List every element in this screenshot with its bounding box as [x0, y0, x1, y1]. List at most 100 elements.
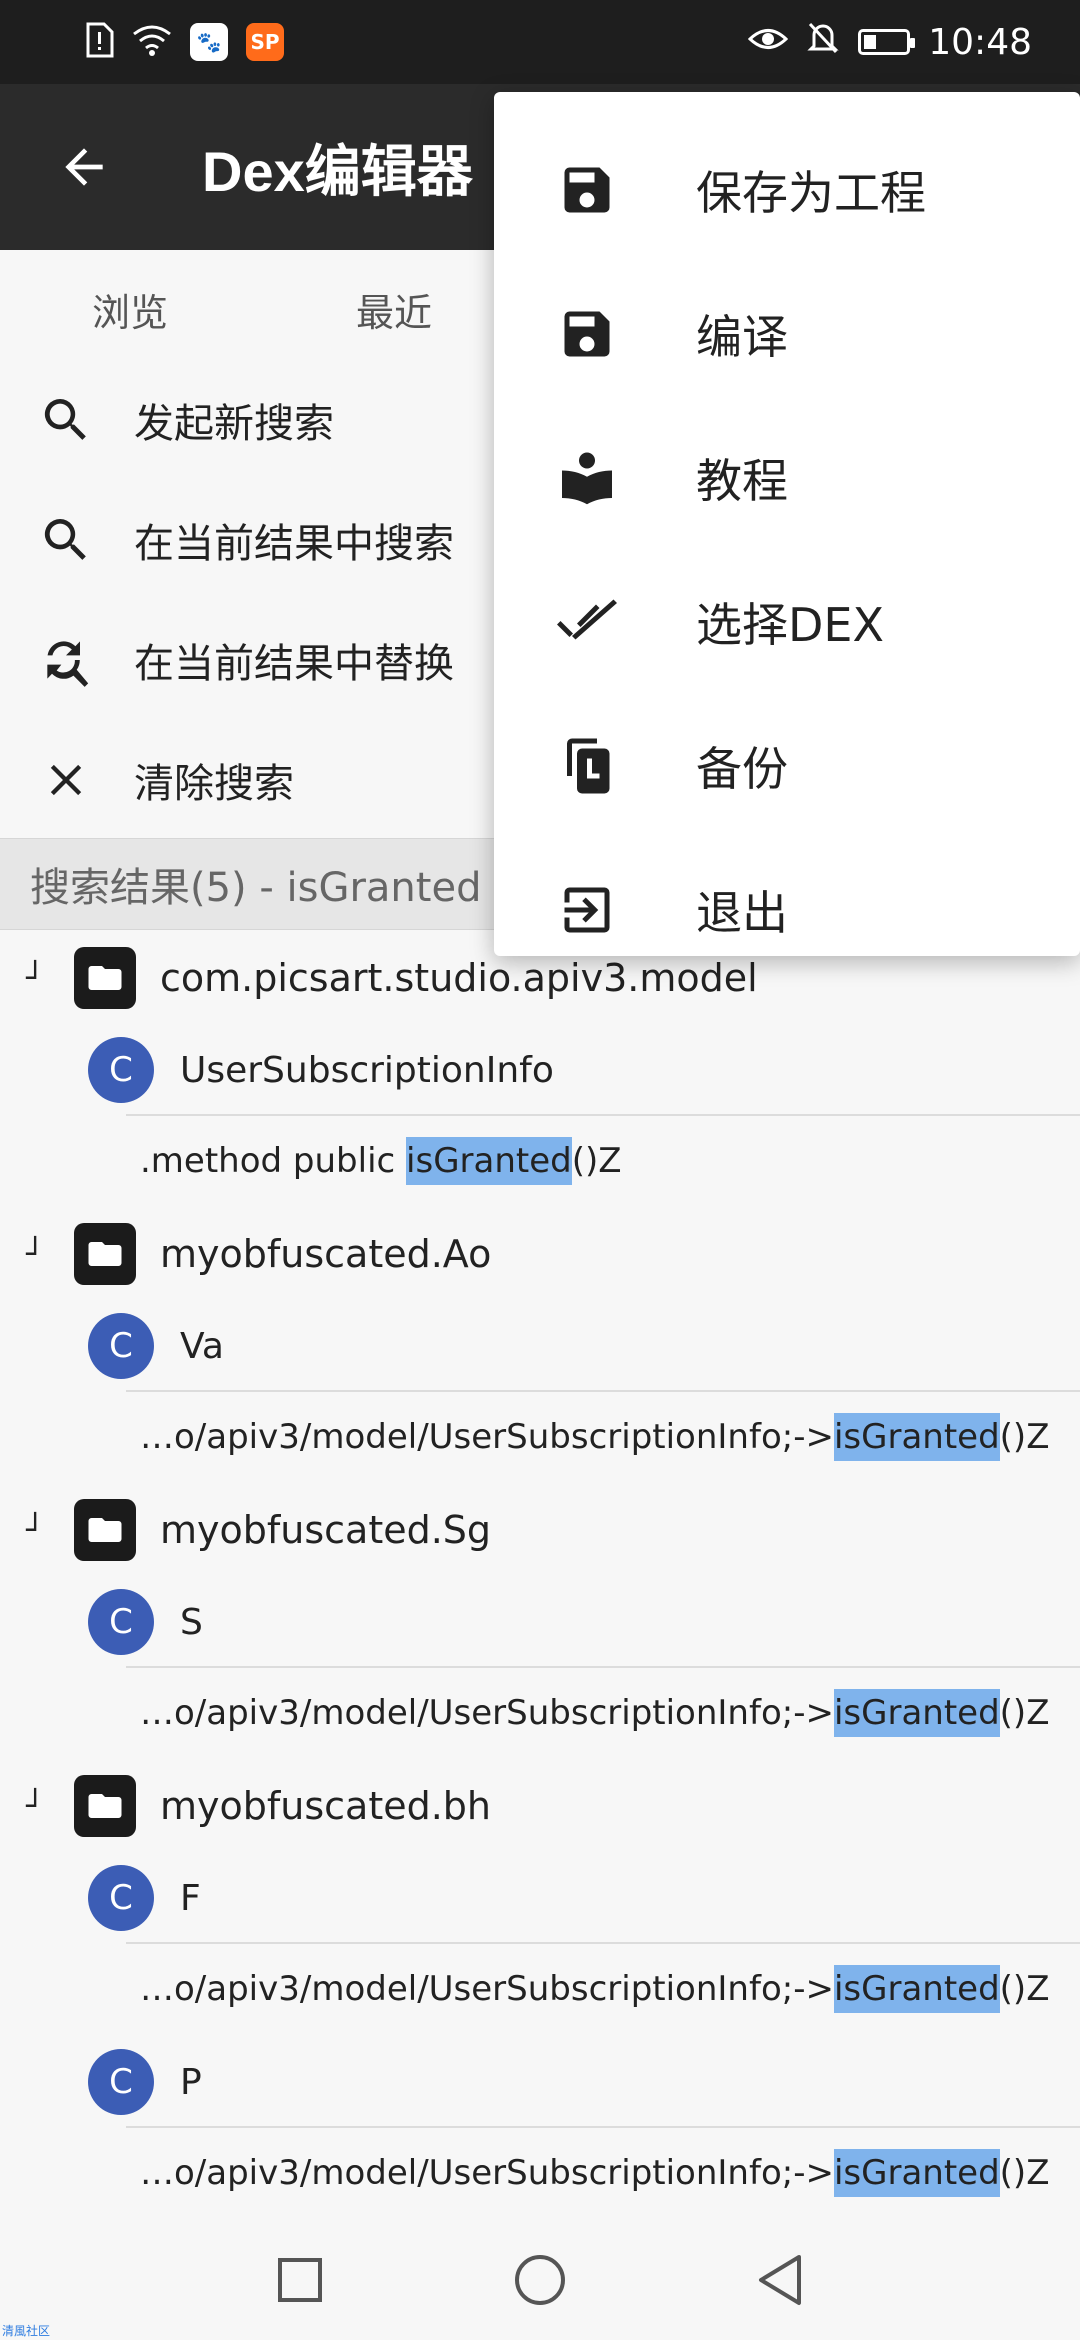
triangle-back-icon: [759, 2255, 801, 2305]
method-prefix: …o/apiv3/model/UserSubscriptionInfo;->: [140, 2153, 834, 2193]
bell-off-icon: [806, 20, 840, 65]
method-prefix: .method public: [140, 1141, 407, 1181]
class-badge-icon: C: [88, 1037, 154, 1103]
results-tree: ┘ com.picsart.studio.apiv3.model C UserS…: [0, 930, 1080, 2218]
match-highlight: isGranted: [833, 1413, 1000, 1461]
search-in-results-label: 在当前结果中搜索: [134, 521, 454, 567]
search-icon: [36, 510, 96, 570]
book-reader-icon: [554, 445, 620, 511]
menu-item-compile[interactable]: 编译: [494, 262, 1080, 406]
find-replace-icon: [36, 630, 96, 690]
class-badge-icon: C: [88, 1313, 154, 1379]
status-right: 10:48: [748, 20, 1032, 65]
page-title: Dex编辑器: [202, 139, 473, 203]
wifi-icon: [132, 24, 172, 60]
exit-icon: [554, 877, 620, 943]
new-search-label: 发起新搜索: [134, 401, 334, 447]
clear-search-label: 清除搜索: [134, 761, 294, 807]
arrow-left-icon: [65, 148, 103, 186]
method-suffix: ()Z: [571, 1141, 622, 1181]
package-row[interactable]: ┘ myobfuscated.Sg: [0, 1482, 1080, 1578]
class-label: F: [180, 1877, 201, 1919]
menu-item-save-as-project[interactable]: 保存为工程: [494, 118, 1080, 262]
watermark: 清風社区: [2, 2324, 51, 2338]
tab-browse[interactable]: 浏览: [0, 282, 168, 337]
tab-recent[interactable]: 最近: [168, 282, 432, 337]
menu-item-label: 保存为工程: [696, 166, 926, 220]
search-icon: [36, 390, 96, 450]
double-check-icon: [554, 589, 620, 655]
class-badge-icon: C: [88, 1865, 154, 1931]
folder-icon: [74, 947, 136, 1009]
menu-item-select-dex[interactable]: 选择DEX: [494, 550, 1080, 694]
folder-icon: [74, 1775, 136, 1837]
paw-app-icon: 🐾: [190, 23, 228, 61]
save-icon: [554, 157, 620, 223]
status-left: 🐾 SP: [84, 22, 284, 62]
save-icon: [554, 301, 620, 367]
method-result-row[interactable]: .method public isGranted ()Z: [126, 1114, 1080, 1206]
method-prefix: …o/apiv3/model/UserSubscriptionInfo;->: [140, 1417, 834, 1457]
class-badge-icon: C: [88, 2049, 154, 2115]
method-result-row[interactable]: …o/apiv3/model/UserSubscriptionInfo;-> is…: [126, 1390, 1080, 1482]
menu-item-tutorial[interactable]: 教程: [494, 406, 1080, 550]
folder-icon: [74, 1499, 136, 1561]
class-row[interactable]: C S: [0, 1578, 1080, 1666]
package-row[interactable]: ┘ myobfuscated.bh: [0, 1758, 1080, 1854]
circle-icon: [515, 2255, 565, 2305]
class-label: Va: [180, 1325, 224, 1367]
recents-button[interactable]: [270, 2250, 330, 2310]
tree-collapse-icon[interactable]: ┘: [26, 1237, 74, 1272]
class-badge-icon: C: [88, 1589, 154, 1655]
eye-icon: [748, 22, 789, 63]
tree-collapse-icon[interactable]: ┘: [26, 1513, 74, 1548]
back-nav-button[interactable]: [750, 2250, 810, 2310]
orange-app-icon: SP: [246, 23, 284, 61]
menu-item-backup[interactable]: 备份: [494, 694, 1080, 838]
class-label: S: [180, 1601, 203, 1643]
package-label: myobfuscated.bh: [160, 1784, 491, 1828]
method-prefix: …o/apiv3/model/UserSubscriptionInfo;->: [140, 1969, 834, 2009]
method-suffix: ()Z: [999, 1969, 1050, 2009]
class-row[interactable]: C P: [0, 2038, 1080, 2126]
class-row[interactable]: C F: [0, 1854, 1080, 1942]
close-icon: [36, 750, 96, 810]
method-suffix: ()Z: [999, 1693, 1050, 1733]
status-bar: 🐾 SP 10:48: [0, 0, 1080, 84]
package-label: myobfuscated.Sg: [160, 1508, 492, 1552]
class-label: UserSubscriptionInfo: [180, 1049, 554, 1091]
battery-icon: [858, 29, 916, 55]
class-label: P: [180, 2061, 202, 2103]
overflow-menu: 保存为工程 编译 教程 选择DEX 备份 退出: [494, 92, 1080, 956]
menu-item-exit[interactable]: 退出: [494, 838, 1080, 982]
back-button[interactable]: [24, 107, 144, 227]
replace-in-results-label: 在当前结果中替换: [134, 641, 454, 687]
copy-icon: [554, 733, 620, 799]
menu-item-label: 教程: [696, 454, 788, 508]
package-label: myobfuscated.Ao: [160, 1232, 492, 1276]
class-row[interactable]: C Va: [0, 1302, 1080, 1390]
alert-icon: [84, 22, 114, 62]
tree-collapse-icon[interactable]: ┘: [26, 961, 74, 996]
menu-item-label: 备份: [696, 742, 788, 796]
home-button[interactable]: [510, 2250, 570, 2310]
navigation-bar: [0, 2220, 1080, 2340]
method-suffix: ()Z: [999, 2153, 1050, 2193]
menu-item-label: 选择DEX: [696, 598, 884, 652]
menu-item-label: 编译: [696, 310, 788, 364]
method-result-row[interactable]: …o/apiv3/model/UserSubscriptionInfo;-> is…: [126, 1666, 1080, 1758]
tree-collapse-icon[interactable]: ┘: [26, 1789, 74, 1824]
menu-item-label: 退出: [696, 886, 788, 940]
match-highlight: isGranted: [833, 1965, 1000, 2013]
match-highlight: isGranted: [833, 1689, 1000, 1737]
class-row[interactable]: C UserSubscriptionInfo: [0, 1026, 1080, 1114]
match-highlight: isGranted: [833, 2149, 1000, 2197]
square-icon: [278, 2258, 322, 2302]
match-highlight: isGranted: [406, 1137, 572, 1185]
method-result-row[interactable]: …o/apiv3/model/UserSubscriptionInfo;-> is…: [126, 2126, 1080, 2218]
method-prefix: …o/apiv3/model/UserSubscriptionInfo;->: [140, 1693, 834, 1733]
package-row[interactable]: ┘ myobfuscated.Ao: [0, 1206, 1080, 1302]
status-time: 10:48: [928, 21, 1032, 63]
method-result-row[interactable]: …o/apiv3/model/UserSubscriptionInfo;-> is…: [126, 1942, 1080, 2034]
method-suffix: ()Z: [999, 1417, 1050, 1457]
